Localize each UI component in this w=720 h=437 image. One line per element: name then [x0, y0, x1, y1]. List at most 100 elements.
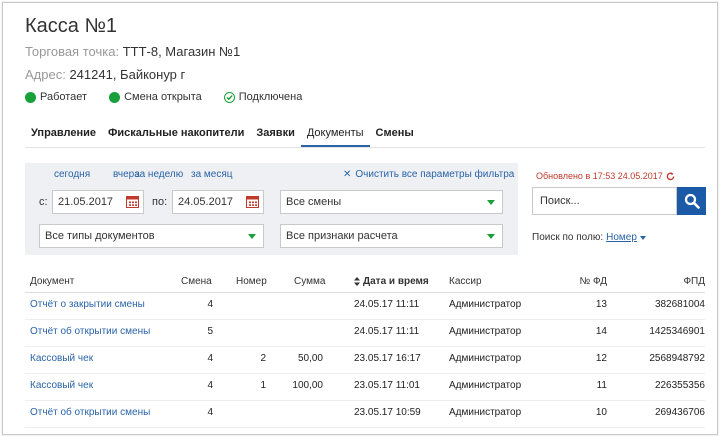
- search-by-label: Поиск по полю:: [532, 232, 604, 243]
- close-icon: ✕: [343, 169, 352, 180]
- from-label: с:: [39, 196, 48, 208]
- filter-panel: сегодня вчера за неделю за месяц ✕ Очист…: [25, 163, 518, 255]
- tab-fiscal-drives[interactable]: Фискальные накопители: [102, 127, 250, 147]
- tab-shifts[interactable]: Смены: [370, 127, 420, 147]
- date-from-field[interactable]: 21.05.2017: [52, 190, 144, 214]
- column-header-document[interactable]: Документ: [30, 276, 74, 287]
- tab-requests[interactable]: Заявки: [250, 127, 300, 147]
- cell-shift: 4: [207, 353, 213, 364]
- cell-fd-number: 14: [595, 326, 607, 337]
- column-header-datetime[interactable]: Дата и время: [354, 276, 429, 287]
- chevron-down-icon: [248, 234, 256, 239]
- green-dot-icon: [109, 91, 121, 103]
- updated-status: Обновлено в 17:53 24.05.2017: [536, 171, 675, 181]
- sort-icon: [354, 277, 360, 286]
- quick-filter-week[interactable]: за неделю: [135, 169, 183, 180]
- cell-fpd: 226355356: [654, 380, 705, 391]
- chevron-down-icon: [487, 200, 495, 205]
- cell-shift: 5: [207, 326, 213, 337]
- table-row[interactable]: Кассовый чек 4 1 100,00 23.05.17 11:01 А…: [25, 374, 705, 401]
- search-input[interactable]: Поиск...: [532, 187, 677, 215]
- search-placeholder: Поиск...: [540, 195, 580, 207]
- clear-filters-link[interactable]: ✕ Очистить все параметры фильтра: [343, 169, 514, 180]
- status-working: Работает: [25, 91, 87, 103]
- date-to-value: 24.05.2017: [178, 196, 234, 208]
- store-label: Торговая точка:: [25, 44, 120, 59]
- column-header-datetime-label: Дата и время: [363, 276, 429, 287]
- table-row[interactable]: Отчёт о закрытии смены 4 24.05.17 11:11 …: [25, 293, 705, 320]
- cell-cashier: Администратор: [449, 299, 522, 310]
- table-row[interactable]: Отчёт об открытии смены 4 23.05.17 10:59…: [25, 401, 705, 428]
- column-header-number[interactable]: Номер: [236, 276, 269, 287]
- green-dot-icon: [25, 91, 36, 103]
- status-label: Подключена: [238, 91, 303, 103]
- tabs-divider: [25, 147, 705, 148]
- address-info: Адрес: 241241, Байконур г: [25, 67, 185, 82]
- table-row[interactable]: Отчёт об открытии смены 5 24.05.17 11:11…: [25, 320, 705, 347]
- cell-datetime: 24.05.17 11:11: [354, 326, 420, 337]
- shift-select[interactable]: Все смены: [280, 190, 503, 214]
- cell-shift: 4: [207, 380, 213, 391]
- status-shift-open: Смена открыта: [109, 91, 202, 103]
- chevron-down-icon: [487, 234, 495, 239]
- quick-filter-month[interactable]: за месяц: [191, 169, 233, 180]
- doc-type-select[interactable]: Все типы документов: [39, 224, 264, 248]
- cell-fpd: 2568948792: [649, 353, 705, 364]
- cell-fpd: 1425346901: [649, 326, 705, 337]
- to-label: по:: [152, 196, 168, 208]
- column-header-cashier[interactable]: Кассир: [449, 276, 482, 287]
- cell-fpd: 269436706: [654, 407, 705, 418]
- cell-shift: 4: [207, 299, 213, 310]
- cell-sum: 50,00: [297, 353, 323, 364]
- cell-number: 1: [260, 380, 266, 391]
- document-link[interactable]: Кассовый чек: [30, 380, 93, 391]
- column-header-shift[interactable]: Смена: [181, 276, 217, 287]
- tab-management[interactable]: Управление: [25, 127, 102, 147]
- cell-fd-number: 11: [596, 380, 607, 391]
- cell-cashier: Администратор: [449, 326, 522, 337]
- tab-bar: Управление Фискальные накопители Заявки …: [25, 127, 420, 147]
- date-to-field[interactable]: 24.05.2017: [172, 190, 264, 214]
- cell-sum: 100,00: [292, 380, 323, 391]
- cell-datetime: 23.05.17 16:17: [354, 353, 421, 364]
- documents-table: Документ Смена Номер Сумма Дата и время …: [25, 271, 705, 428]
- document-link[interactable]: Отчёт о закрытии смены: [30, 299, 145, 310]
- document-link[interactable]: Отчёт об открытии смены: [30, 407, 150, 418]
- table-header: Документ Смена Номер Сумма Дата и время …: [25, 271, 705, 293]
- column-header-fd-number[interactable]: № ФД: [565, 276, 607, 287]
- doc-type-select-value: Все типы документов: [45, 230, 155, 242]
- check-circle-icon: [223, 91, 235, 103]
- cell-datetime: 24.05.17 11:11: [354, 299, 420, 310]
- refresh-icon[interactable]: [666, 171, 675, 181]
- table-row[interactable]: Кассовый чек 4 2 50,00 23.05.17 16:17 Ад…: [25, 347, 705, 374]
- calendar-icon[interactable]: [126, 195, 139, 208]
- date-from-value: 21.05.2017: [58, 196, 114, 208]
- store-value: ТТТ-8, Магазин №1: [122, 44, 241, 59]
- calc-sign-select-value: Все признаки расчета: [286, 230, 398, 242]
- status-connected: Подключена: [223, 91, 303, 103]
- document-link[interactable]: Отчёт об открытии смены: [30, 326, 150, 337]
- page-title: Касса №1: [25, 15, 118, 37]
- search-button[interactable]: [677, 187, 706, 215]
- clear-filters-label: Очистить все параметры фильтра: [355, 169, 515, 180]
- search-field-dropdown[interactable]: Номер: [606, 232, 637, 243]
- updated-label: Обновлено в 17:53 24.05.2017: [536, 171, 663, 181]
- document-link[interactable]: Кассовый чек: [30, 353, 93, 364]
- status-label: Смена открыта: [124, 91, 202, 103]
- column-header-sum[interactable]: Сумма: [294, 276, 332, 287]
- chevron-down-icon[interactable]: [639, 235, 646, 240]
- cell-datetime: 23.05.17 10:59: [354, 407, 421, 418]
- calc-sign-select[interactable]: Все признаки расчета: [280, 224, 503, 248]
- cell-datetime: 23.05.17 11:01: [354, 380, 420, 391]
- tab-documents[interactable]: Документы: [300, 127, 370, 147]
- search-by-field: Поиск по полю: Номер: [532, 232, 646, 243]
- column-header-fpd[interactable]: ФПД: [625, 276, 705, 287]
- cell-cashier: Администратор: [449, 407, 522, 418]
- status-label: Работает: [40, 91, 88, 103]
- calendar-icon[interactable]: [246, 195, 259, 208]
- cell-fd-number: 12: [595, 353, 607, 364]
- main-window: Касса №1 Торговая точка: ТТТ-8, Магазин …: [2, 2, 718, 435]
- cell-fd-number: 10: [595, 407, 607, 418]
- quick-filter-today[interactable]: сегодня: [54, 169, 90, 180]
- search-icon: [684, 193, 700, 209]
